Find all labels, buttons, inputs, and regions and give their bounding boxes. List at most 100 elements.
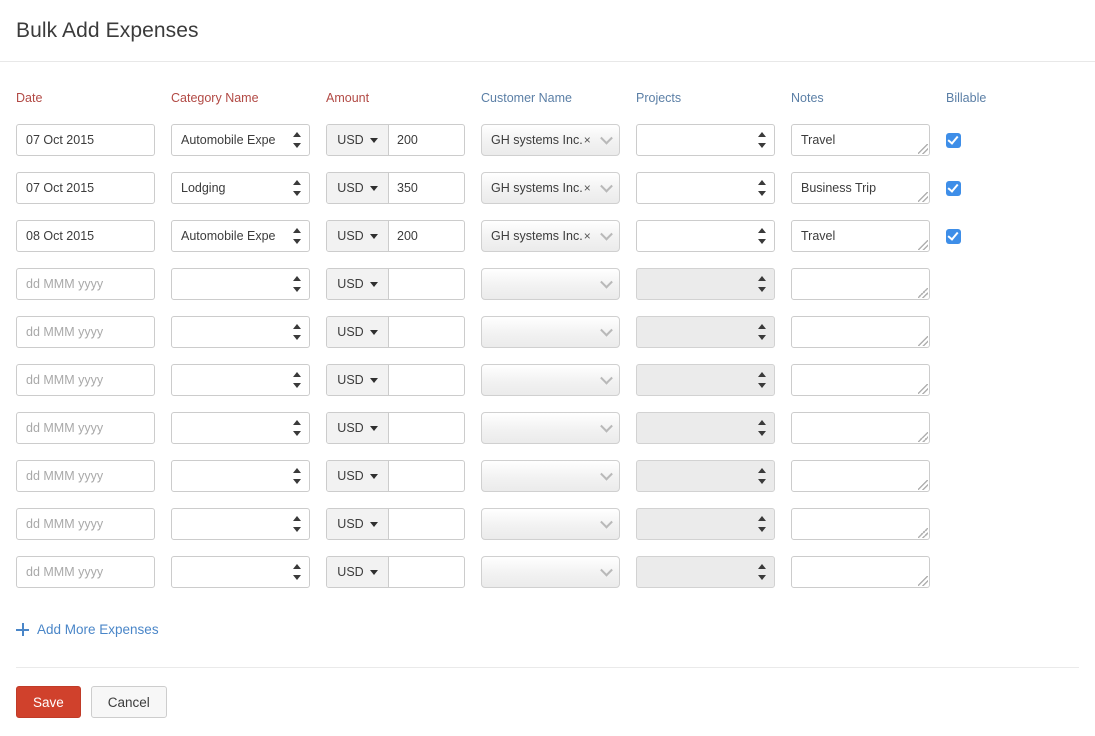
category-name-select[interactable]	[171, 316, 310, 348]
currency-label: USD	[337, 373, 363, 387]
date-input[interactable]	[16, 268, 155, 300]
date-input[interactable]	[16, 412, 155, 444]
spinner-updown-icon[interactable]	[757, 276, 766, 292]
spinner-updown-icon[interactable]	[292, 228, 301, 244]
notes-textarea[interactable]	[791, 556, 930, 588]
currency-dropdown-button[interactable]: USD	[327, 461, 389, 491]
date-input[interactable]	[16, 508, 155, 540]
category-name-value: Automobile Expe	[181, 133, 276, 147]
spinner-updown-icon[interactable]	[757, 180, 766, 196]
spinner-updown-icon[interactable]	[757, 516, 766, 532]
amount-input[interactable]	[389, 413, 464, 443]
currency-dropdown-button[interactable]: USD	[327, 269, 389, 299]
customer-name-select[interactable]: GH systems Inc.×	[481, 124, 620, 156]
notes-field	[791, 556, 930, 588]
category-name-select[interactable]: Automobile Expe	[171, 220, 310, 252]
currency-dropdown-button[interactable]: USD	[327, 173, 389, 203]
notes-textarea[interactable]	[791, 364, 930, 396]
spinner-updown-icon[interactable]	[292, 420, 301, 436]
notes-textarea[interactable]	[791, 460, 930, 492]
projects-select[interactable]	[636, 124, 775, 156]
category-name-select[interactable]	[171, 460, 310, 492]
amount-field-group: USD	[326, 220, 465, 252]
currency-dropdown-button[interactable]: USD	[327, 221, 389, 251]
date-input[interactable]	[16, 556, 155, 588]
amount-field-group: USD	[326, 364, 465, 396]
amount-input[interactable]	[389, 509, 464, 539]
spinner-updown-icon[interactable]	[292, 468, 301, 484]
currency-dropdown-button[interactable]: USD	[327, 125, 389, 155]
spinner-updown-icon[interactable]	[292, 516, 301, 532]
date-input[interactable]	[16, 316, 155, 348]
notes-textarea[interactable]	[791, 268, 930, 300]
cancel-button[interactable]: Cancel	[91, 686, 167, 718]
currency-dropdown-button[interactable]: USD	[327, 509, 389, 539]
notes-textarea[interactable]	[791, 124, 930, 156]
category-name-select[interactable]	[171, 364, 310, 396]
add-more-expenses-label: Add More Expenses	[37, 622, 159, 637]
spinner-updown-icon[interactable]	[757, 372, 766, 388]
expense-rows: Automobile Expe USD GH systems Inc.× Lodgin…	[16, 116, 1079, 596]
currency-dropdown-button[interactable]: USD	[327, 557, 389, 587]
notes-field	[791, 124, 930, 156]
notes-textarea[interactable]	[791, 172, 930, 204]
customer-name-select[interactable]: GH systems Inc.×	[481, 172, 620, 204]
clear-x-icon[interactable]: ×	[584, 229, 591, 243]
category-name-select[interactable]	[171, 508, 310, 540]
date-input[interactable]	[16, 364, 155, 396]
date-input[interactable]	[16, 220, 155, 252]
category-name-select[interactable]: Automobile Expe	[171, 124, 310, 156]
amount-input[interactable]	[389, 557, 464, 587]
category-name-select[interactable]	[171, 412, 310, 444]
save-button[interactable]: Save	[16, 686, 81, 718]
customer-name-select	[481, 460, 620, 492]
category-name-select[interactable]: Lodging	[171, 172, 310, 204]
category-name-select[interactable]	[171, 268, 310, 300]
spinner-updown-icon[interactable]	[292, 324, 301, 340]
spinner-updown-icon[interactable]	[757, 564, 766, 580]
amount-input[interactable]	[389, 173, 464, 203]
clear-x-icon[interactable]: ×	[584, 181, 591, 195]
currency-label: USD	[337, 421, 363, 435]
billable-checkbox[interactable]	[946, 229, 961, 244]
currency-dropdown-button[interactable]: USD	[327, 413, 389, 443]
projects-select	[636, 460, 775, 492]
clear-x-icon[interactable]: ×	[584, 133, 591, 147]
notes-textarea[interactable]	[791, 220, 930, 252]
spinner-updown-icon[interactable]	[757, 420, 766, 436]
spinner-updown-icon[interactable]	[757, 132, 766, 148]
notes-textarea[interactable]	[791, 316, 930, 348]
spinner-updown-icon[interactable]	[757, 324, 766, 340]
amount-field-group: USD	[326, 412, 465, 444]
billable-checkbox[interactable]	[946, 133, 961, 148]
spinner-updown-icon[interactable]	[757, 468, 766, 484]
notes-textarea[interactable]	[791, 508, 930, 540]
caret-down-icon	[370, 522, 378, 527]
amount-input[interactable]	[389, 125, 464, 155]
amount-input[interactable]	[389, 365, 464, 395]
customer-name-select[interactable]: GH systems Inc.×	[481, 220, 620, 252]
spinner-updown-icon[interactable]	[292, 276, 301, 292]
date-input[interactable]	[16, 460, 155, 492]
date-input[interactable]	[16, 172, 155, 204]
spinner-updown-icon[interactable]	[757, 228, 766, 244]
billable-checkbox[interactable]	[946, 181, 961, 196]
notes-textarea[interactable]	[791, 412, 930, 444]
projects-select[interactable]	[636, 220, 775, 252]
spinner-updown-icon[interactable]	[292, 132, 301, 148]
spinner-updown-icon[interactable]	[292, 564, 301, 580]
currency-dropdown-button[interactable]: USD	[327, 317, 389, 347]
amount-input[interactable]	[389, 317, 464, 347]
amount-input[interactable]	[389, 221, 464, 251]
add-more-expenses-button[interactable]: Add More Expenses	[16, 622, 159, 637]
projects-select[interactable]	[636, 172, 775, 204]
date-input[interactable]	[16, 124, 155, 156]
amount-input[interactable]	[389, 461, 464, 491]
amount-field-group: USD	[326, 556, 465, 588]
column-header-billable: Billable	[946, 91, 986, 105]
spinner-updown-icon[interactable]	[292, 180, 301, 196]
currency-dropdown-button[interactable]: USD	[327, 365, 389, 395]
amount-input[interactable]	[389, 269, 464, 299]
spinner-updown-icon[interactable]	[292, 372, 301, 388]
category-name-select[interactable]	[171, 556, 310, 588]
